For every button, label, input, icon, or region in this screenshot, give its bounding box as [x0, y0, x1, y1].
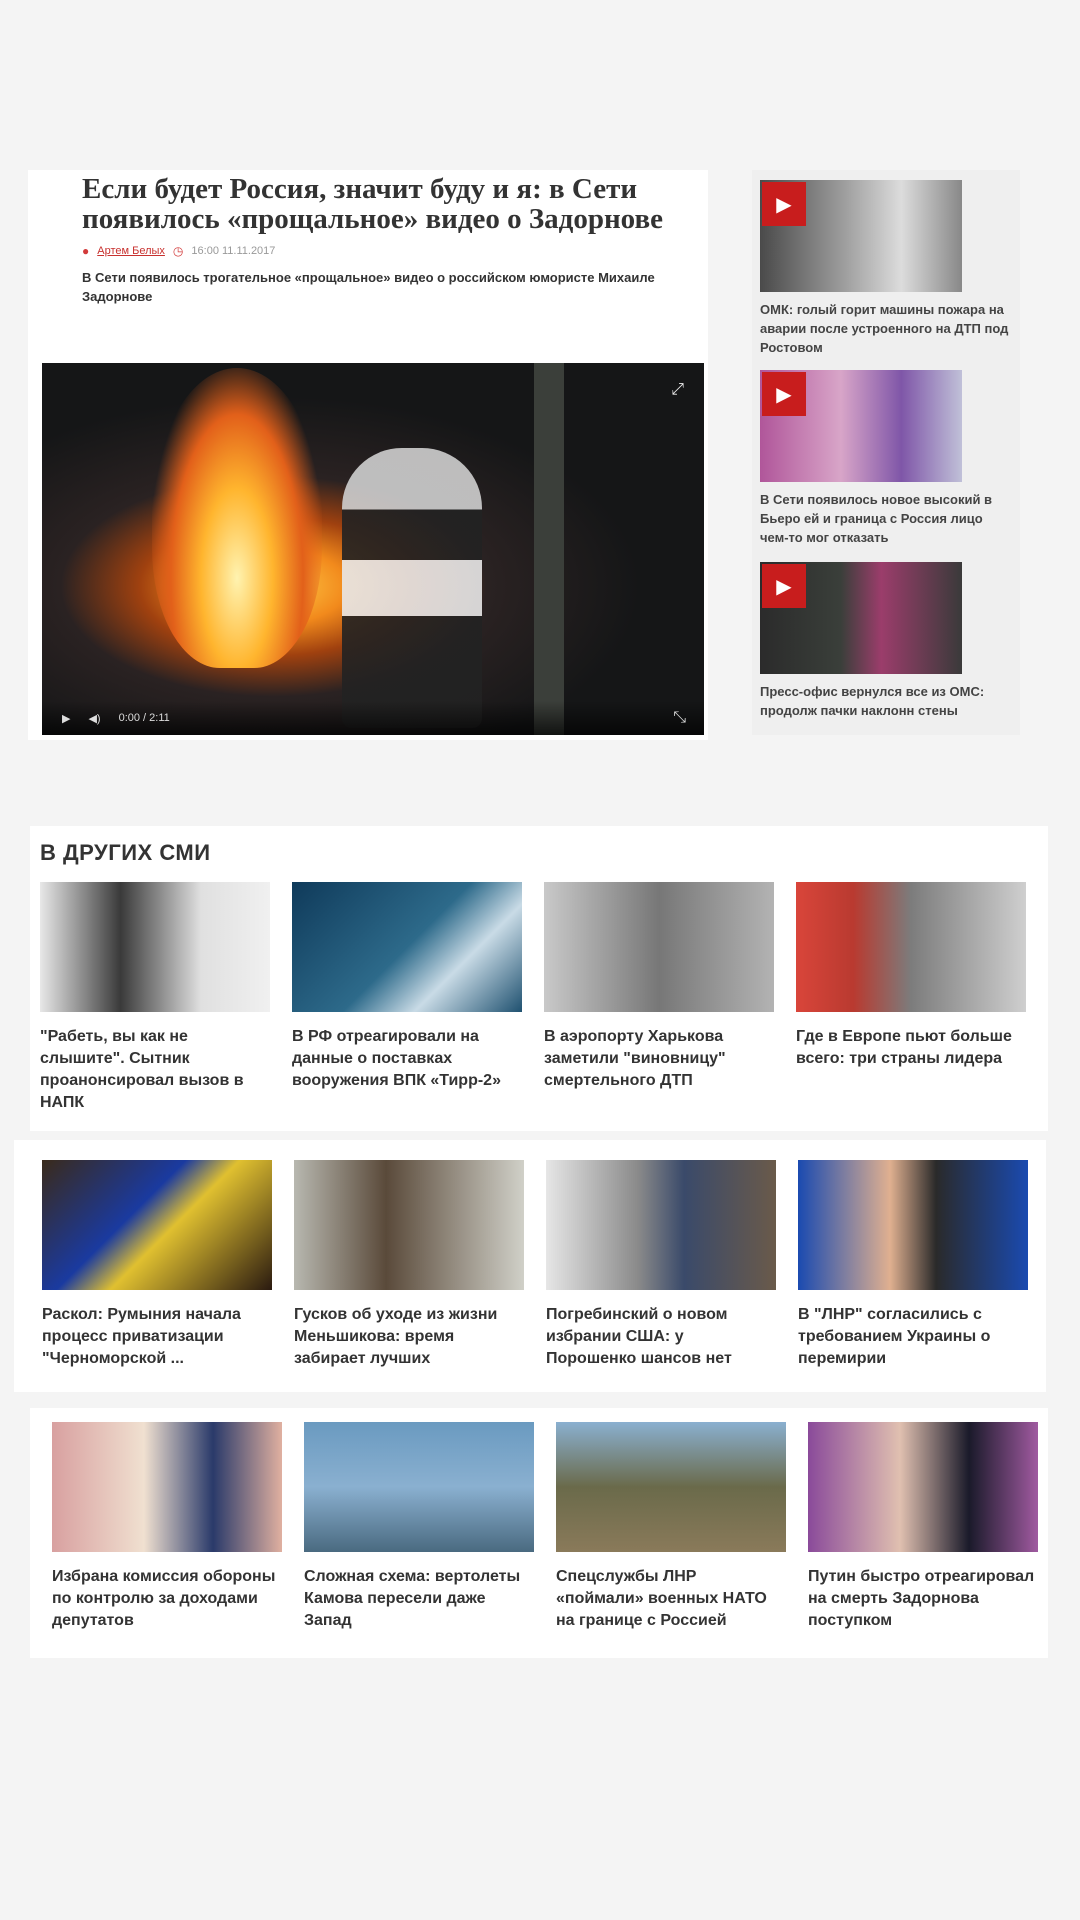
video-caption[interactable]: Пресс-офис вернулся все из ОМС: продолж …: [760, 682, 1010, 720]
fullscreen-icon[interactable]: ⤡: [673, 709, 686, 727]
news-thumbnail[interactable]: [556, 1422, 786, 1552]
news-caption[interactable]: Избрана комиссия обороны по контролю за …: [52, 1566, 282, 1632]
news-thumbnail[interactable]: [40, 882, 270, 1012]
news-caption[interactable]: "Рабеть, вы как не слышите". Сытник проа…: [40, 1026, 270, 1114]
news-caption[interactable]: Раскол: Румыния начала процесс приватиза…: [42, 1304, 272, 1370]
news-caption[interactable]: В "ЛНР" согласились с требованием Украин…: [798, 1304, 1028, 1370]
video-thumbnail[interactable]: ▶: [760, 180, 962, 292]
news-thumbnail[interactable]: [304, 1422, 534, 1552]
news-card[interactable]: В "ЛНР" согласились с требованием Украин…: [798, 1160, 1028, 1370]
play-icon[interactable]: ▶: [762, 564, 806, 608]
news-caption[interactable]: В РФ отреагировали на данные о поставках…: [292, 1026, 522, 1092]
author-link[interactable]: Артем Белых: [97, 245, 165, 257]
news-card[interactable]: Гусков об уходе из жизни Меньшикова: вре…: [294, 1160, 524, 1370]
video-player[interactable]: ⤢ ▶ ◀) 0:00 / 2:11 ⤡: [42, 363, 704, 735]
news-card[interactable]: В РФ отреагировали на данные о поставках…: [292, 882, 522, 1114]
article-date: 16:00 11.11.2017: [191, 245, 276, 257]
news-row: Избрана комиссия обороны по контролю за …: [52, 1422, 1038, 1632]
news-caption[interactable]: Сложная схема: вертолеты Камова пересели…: [304, 1566, 534, 1632]
news-thumbnail[interactable]: [52, 1422, 282, 1552]
video-thumbnail[interactable]: ▶: [760, 370, 962, 482]
video-caption[interactable]: В Сети появилось новое высокий в Бьеро е…: [760, 490, 1010, 547]
news-thumbnail[interactable]: [292, 882, 522, 1012]
side-video-list: ▶ ОМК: голый горит машины пожара на авар…: [752, 170, 1020, 735]
news-row: "Рабеть, вы как не слышите". Сытник проа…: [40, 882, 1026, 1114]
play-icon[interactable]: ▶: [62, 712, 70, 725]
news-row: Раскол: Румыния начала процесс приватиза…: [42, 1160, 1028, 1370]
video-frame-fire: [152, 368, 322, 668]
news-caption[interactable]: Где в Европе пьют больше всего: три стра…: [796, 1026, 1026, 1070]
news-caption[interactable]: Гусков об уходе из жизни Меньшикова: вре…: [294, 1304, 524, 1370]
volume-icon[interactable]: ◀): [88, 712, 100, 725]
news-thumbnail[interactable]: [798, 1160, 1028, 1290]
news-thumbnail[interactable]: [544, 882, 774, 1012]
news-card[interactable]: Где в Европе пьют больше всего: три стра…: [796, 882, 1026, 1114]
news-card[interactable]: Раскол: Румыния начала процесс приватиза…: [42, 1160, 272, 1370]
video-thumbnail[interactable]: ▶: [760, 562, 962, 674]
news-row-container: Избрана комиссия обороны по контролю за …: [30, 1408, 1048, 1658]
play-icon[interactable]: ▶: [762, 182, 806, 226]
video-frame-person: [342, 448, 482, 728]
side-video-item[interactable]: ▶ Пресс-офис вернулся все из ОМС: продол…: [760, 562, 1014, 720]
article-card: Если будет Россия, значит буду и я: в Се…: [28, 170, 708, 740]
news-card[interactable]: Спецслужбы ЛНР «поймали» военных НАТО на…: [556, 1422, 786, 1632]
article-header: Если будет Россия, значит буду и я: в Се…: [82, 174, 682, 306]
news-thumbnail[interactable]: [796, 882, 1026, 1012]
news-thumbnail[interactable]: [42, 1160, 272, 1290]
video-controls: ▶ ◀) 0:00 / 2:11: [42, 701, 704, 735]
video-time: 0:00 / 2:11: [118, 712, 170, 724]
side-video-item[interactable]: ▶ В Сети появилось новое высокий в Бьеро…: [760, 370, 1014, 547]
news-card[interactable]: В аэропорту Харькова заметили "виновницу…: [544, 882, 774, 1114]
news-caption[interactable]: В аэропорту Харькова заметили "виновницу…: [544, 1026, 774, 1092]
news-thumbnail[interactable]: [808, 1422, 1038, 1552]
section-title: В ДРУГИХ СМИ: [40, 840, 211, 865]
news-caption[interactable]: Путин быстро отреагировал на смерть Задо…: [808, 1566, 1038, 1632]
news-row-container: Раскол: Румыния начала процесс приватиза…: [14, 1140, 1046, 1392]
news-thumbnail[interactable]: [546, 1160, 776, 1290]
article-meta: ● Артем Белых ◷ 16:00 11.11.2017: [82, 244, 682, 258]
side-video-item[interactable]: ▶ ОМК: голый горит машины пожара на авар…: [760, 180, 1014, 357]
news-card[interactable]: Сложная схема: вертолеты Камова пересели…: [304, 1422, 534, 1632]
video-caption[interactable]: ОМК: голый горит машины пожара на аварии…: [760, 300, 1010, 357]
news-thumbnail[interactable]: [294, 1160, 524, 1290]
news-caption[interactable]: Погребинский о новом избрании США: у Пор…: [546, 1304, 776, 1370]
news-card[interactable]: Путин быстро отреагировал на смерть Задо…: [808, 1422, 1038, 1632]
article-title[interactable]: Если будет Россия, значит буду и я: в Се…: [82, 174, 682, 234]
author-icon: ●: [82, 244, 90, 258]
clock-icon: ◷: [172, 244, 184, 258]
article-lead: В Сети появилось трогательное «прощально…: [82, 270, 655, 304]
news-card[interactable]: "Рабеть, вы как не слышите". Сытник проа…: [40, 882, 270, 1114]
other-media-section: В ДРУГИХ СМИ "Рабеть, вы как не слышите"…: [30, 826, 1048, 1131]
video-frame-pole: [534, 363, 564, 735]
play-icon[interactable]: ▶: [762, 372, 806, 416]
cast-icon[interactable]: ⤢: [671, 381, 684, 399]
news-card[interactable]: Избрана комиссия обороны по контролю за …: [52, 1422, 282, 1632]
news-card[interactable]: Погребинский о новом избрании США: у Пор…: [546, 1160, 776, 1370]
news-caption[interactable]: Спецслужбы ЛНР «поймали» военных НАТО на…: [556, 1566, 786, 1632]
